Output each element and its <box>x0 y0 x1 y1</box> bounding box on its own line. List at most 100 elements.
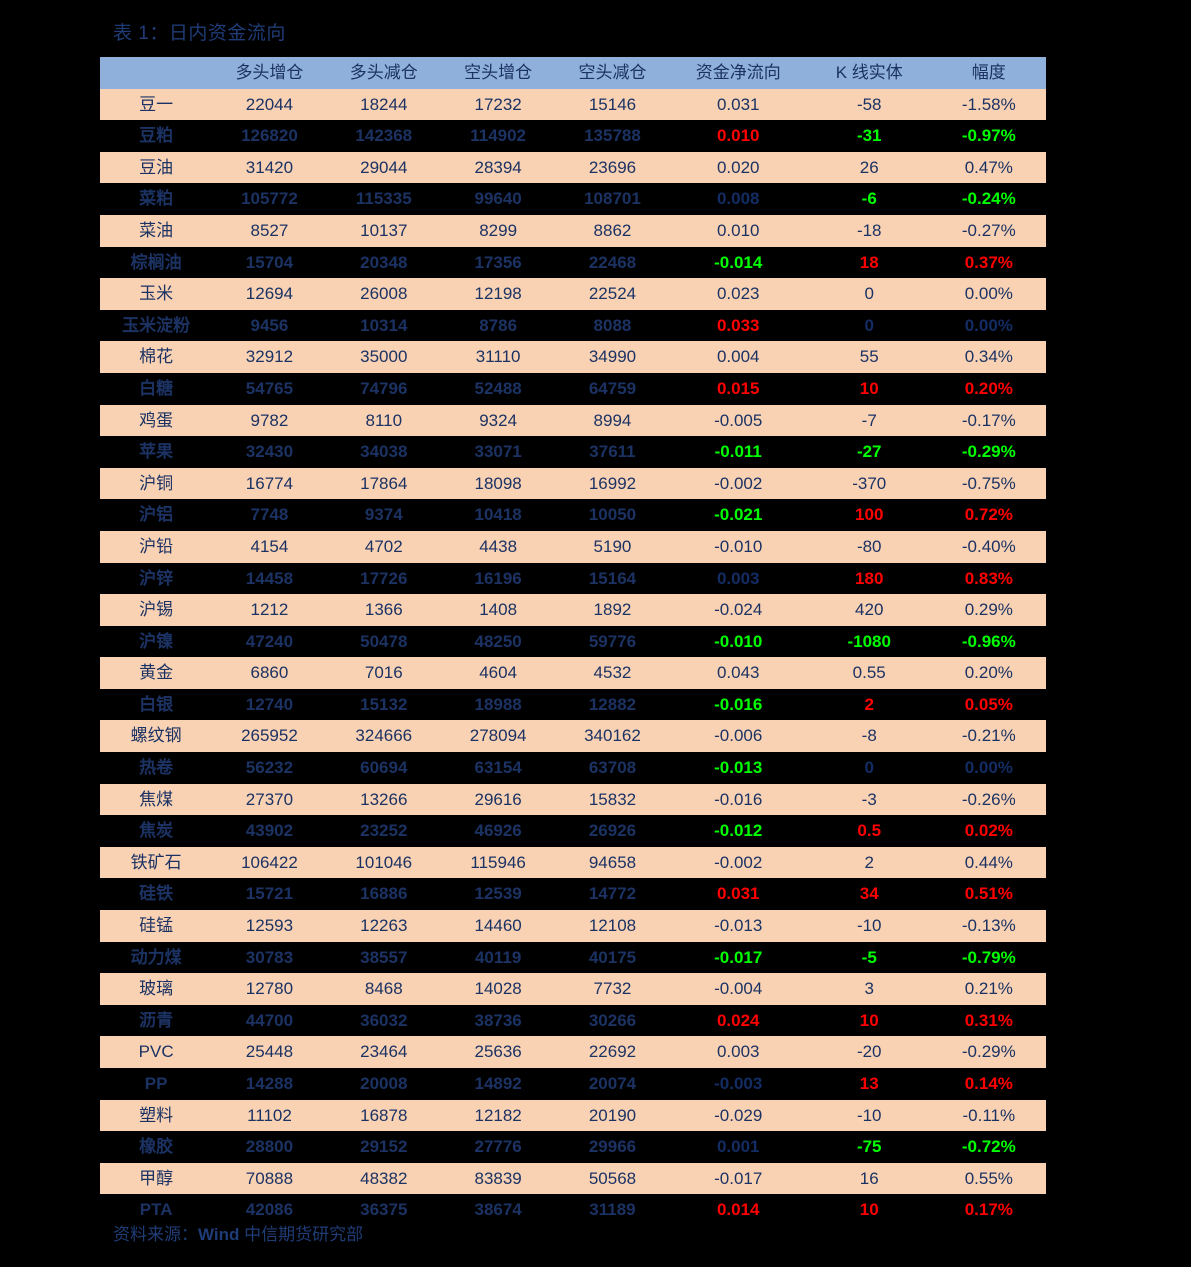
row-contract-name: 硅铁 <box>139 884 174 904</box>
cell-long-add: 1212 <box>250 600 289 620</box>
cell-long-add: 44700 <box>245 1010 294 1030</box>
row-contract-name: 玉米淀粉 <box>122 315 191 335</box>
row-contract-name: 沪镍 <box>139 631 174 651</box>
table-row: 沪铝 7748 9374 10418 10050 -0.021 100 0.72% <box>100 499 1046 531</box>
table-row: 硅锰 12593 12263 14460 12108 -0.013 -10 -0.13% <box>100 910 1046 942</box>
table-row: 豆油 31420 29044 28394 23696 0.020 26 0.47% <box>100 151 1046 184</box>
row-contract-name: 菜油 <box>139 220 174 240</box>
row-contract-name: 焦煤 <box>139 789 174 809</box>
cell-short-cut: 94658 <box>588 852 637 872</box>
cell-short-cut: 16992 <box>588 473 637 493</box>
cell-change: -0.24% <box>961 189 1016 209</box>
cell-long-add: 32912 <box>245 347 294 367</box>
cell-net-flow: 0.020 <box>716 157 760 177</box>
cell-k-body: 16 <box>859 1168 879 1188</box>
source-note: 资料来源：Wind 中信期货研究部 <box>113 1220 363 1245</box>
cell-short-add: 9324 <box>479 410 518 430</box>
table-row: 硅铁 15721 16886 12539 14772 0.031 34 0.51% <box>100 878 1046 911</box>
cell-short-cut: 5190 <box>593 536 632 556</box>
row-contract-name: 热卷 <box>139 758 174 778</box>
cell-change: -0.79% <box>961 947 1016 967</box>
table-row: 沪铜 16774 17864 18098 16992 -0.002 -370 -0.75% <box>100 467 1046 500</box>
cell-net-flow: 0.031 <box>716 884 760 904</box>
cell-k-body: -80 <box>856 536 882 556</box>
cell-change: -0.72% <box>961 1137 1016 1157</box>
table-row: 甲醇 70888 48382 83839 50568 -0.017 16 0.55% <box>100 1162 1046 1195</box>
row-contract-name: 铁矿石 <box>130 852 182 872</box>
cell-long-add: 9456 <box>250 315 289 335</box>
cell-long-add: 32430 <box>245 442 294 462</box>
table-row: 动力煤 30783 38557 40119 40175 -0.017 -5 -0.79% <box>100 941 1046 974</box>
cell-change: 0.05% <box>964 694 1013 714</box>
cell-change: 0.02% <box>964 821 1013 841</box>
row-contract-name: PP <box>144 1074 168 1093</box>
cell-long-cut: 74796 <box>360 378 408 398</box>
cell-short-add: 14460 <box>474 916 522 936</box>
cell-net-flow: -0.002 <box>714 852 763 872</box>
cell-long-cut: 13266 <box>360 789 408 809</box>
cell-k-body: -6 <box>861 189 877 209</box>
row-contract-name: 豆一 <box>139 94 174 114</box>
cell-short-add: 16196 <box>474 568 522 588</box>
table-row: 塑料 11102 16878 12182 20190 -0.029 -10 -0.11% <box>100 1099 1046 1132</box>
cell-k-body: -20 <box>856 1042 882 1062</box>
cell-long-add: 265952 <box>241 726 298 746</box>
cell-short-cut: 31189 <box>589 1200 636 1220</box>
cell-short-add: 115946 <box>470 852 526 872</box>
cell-short-add: 4604 <box>479 663 518 683</box>
table-row: 苹果 32430 34038 33071 37611 -0.011 -27 -0.29% <box>100 436 1046 468</box>
cell-long-cut: 8110 <box>365 410 403 430</box>
cell-k-body: 0.5 <box>857 821 882 841</box>
cell-net-flow: -0.016 <box>714 789 763 809</box>
table-row: 棕榈油 15704 20348 17356 22468 -0.014 18 0.37% <box>100 246 1046 279</box>
cell-net-flow: 0.014 <box>716 1200 760 1220</box>
table-row: 鸡蛋 9782 8110 9324 8994 -0.005 -7 -0.17% <box>100 404 1046 437</box>
cell-short-cut: 12108 <box>588 916 637 936</box>
col-header-name <box>100 57 212 89</box>
cell-short-add: 46926 <box>474 821 522 841</box>
cell-long-cut: 20008 <box>360 1074 408 1093</box>
cell-net-flow: -0.006 <box>714 726 763 746</box>
cell-change: 0.00% <box>964 315 1013 335</box>
cell-long-add: 30783 <box>245 947 294 967</box>
cell-short-cut: 14772 <box>588 884 637 904</box>
cell-long-add: 12593 <box>245 916 294 936</box>
table-body: 豆一 22044 18244 17232 15146 0.031 -58 -1.58% 豆粕 12… <box>100 88 1046 1226</box>
cell-change: -1.58% <box>961 94 1016 114</box>
table-row: 沪铅 4154 4702 4438 5190 -0.010 -80 -0.40% <box>100 530 1046 563</box>
cell-net-flow: -0.012 <box>714 821 763 841</box>
cell-short-add: 14892 <box>474 1074 522 1093</box>
cell-short-add: 14028 <box>474 979 522 999</box>
cell-short-cut: 8862 <box>593 220 632 240</box>
cell-long-add: 25448 <box>245 1042 294 1062</box>
cell-k-body: -75 <box>856 1137 882 1157</box>
cell-long-add: 12694 <box>245 284 294 304</box>
cell-short-add: 31110 <box>475 347 521 367</box>
cell-short-cut: 12882 <box>588 694 637 714</box>
cell-short-add: 12182 <box>474 1105 522 1125</box>
cell-long-add: 56232 <box>245 758 294 778</box>
table-row: 焦煤 27370 13266 29616 15832 -0.016 -3 -0.26% <box>100 783 1046 816</box>
cell-net-flow: -0.011 <box>714 442 762 462</box>
row-contract-name: 动力煤 <box>130 947 182 967</box>
cell-change: -0.75% <box>961 473 1016 493</box>
cell-k-body: 0.55 <box>852 663 886 683</box>
table-row: 橡胶 28800 29152 27776 29966 0.001 -75 -0.72% <box>100 1131 1046 1163</box>
cell-long-add: 15704 <box>245 252 294 272</box>
cell-long-add: 14288 <box>245 1074 294 1093</box>
cell-long-cut: 16878 <box>360 1105 408 1125</box>
row-contract-name: 沥青 <box>139 1010 174 1030</box>
cell-k-body: 10 <box>859 1010 879 1030</box>
cell-k-body: 10 <box>859 1200 879 1220</box>
cell-k-body: -8 <box>861 726 877 746</box>
cell-change: 0.47% <box>964 157 1013 177</box>
cell-long-add: 14458 <box>245 568 294 588</box>
cell-net-flow: 0.015 <box>716 378 760 398</box>
cell-net-flow: 0.003 <box>716 1042 760 1062</box>
cell-short-add: 27776 <box>474 1137 522 1157</box>
cell-long-add: 27370 <box>245 789 294 809</box>
cell-k-body: 13 <box>859 1074 879 1093</box>
cell-net-flow: -0.005 <box>714 410 763 430</box>
cell-k-body: -31 <box>856 126 882 146</box>
cell-net-flow: 0.023 <box>716 284 760 304</box>
